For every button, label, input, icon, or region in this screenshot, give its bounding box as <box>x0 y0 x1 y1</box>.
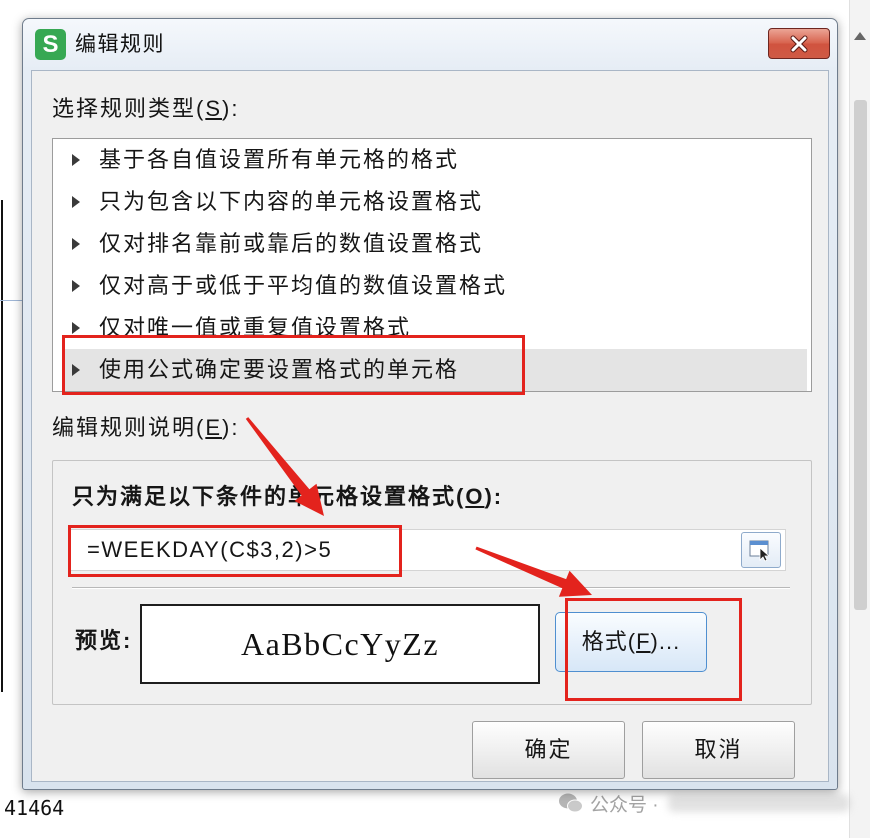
expand-triangle-icon <box>72 154 80 166</box>
rule-type-item[interactable]: 仅对高于或低于平均值的数值设置格式 <box>63 265 807 307</box>
scrollbar-thumb[interactable] <box>854 100 867 610</box>
annotation-box-format-button <box>565 598 742 701</box>
rule-type-label-text: 选择规则类型( <box>52 96 206 121</box>
sheet-cell-value[interactable]: 41464 <box>4 795 64 821</box>
watermark-text: 公众号 · <box>590 794 659 816</box>
preview-label: 预览: <box>75 628 133 653</box>
rule-type-item-label: 仅对排名靠前或靠后的数值设置格式 <box>99 231 484 256</box>
dialog-title: 编辑规则 <box>75 33 165 56</box>
rule-type-item[interactable]: 只为包含以下内容的单元格设置格式 <box>63 181 807 223</box>
format-preview: AaBbCcYyZz <box>140 604 540 684</box>
title-bar[interactable]: S 编辑规则 <box>23 19 837 69</box>
expand-triangle-icon <box>72 238 80 250</box>
rule-type-item-label: 基于各自值设置所有单元格的格式 <box>99 147 460 172</box>
sheet-gridline <box>0 300 24 301</box>
edit-rule-dialog: S 编辑规则 选择规则类型(S): 基于各自值设置所有单元格的格式 只为包含以下… <box>22 18 838 790</box>
condition-label-mnemonic: O <box>465 484 485 509</box>
rule-description-label-suffix: ): <box>222 415 240 440</box>
expand-triangle-icon <box>72 280 80 292</box>
separator <box>72 587 790 589</box>
rule-type-item-label: 仅对高于或低于平均值的数值设置格式 <box>99 273 508 298</box>
wps-spreadsheet-icon: S <box>35 29 66 60</box>
range-select-icon <box>749 540 771 562</box>
range-select-button[interactable] <box>741 532 781 568</box>
condition-label-text: 只为满足以下条件的单元格设置格式( <box>72 484 466 509</box>
ok-button[interactable]: 确定 <box>472 721 625 779</box>
rule-type-item-label: 只为包含以下内容的单元格设置格式 <box>99 189 484 214</box>
watermark: 公众号 · <box>558 789 659 817</box>
close-icon <box>790 35 808 52</box>
cancel-button[interactable]: 取消 <box>642 721 795 779</box>
condition-label-suffix: ): <box>484 484 504 509</box>
rule-description-label: 编辑规则说明(E): <box>52 415 239 441</box>
rule-description-label-text: 编辑规则说明( <box>52 415 206 440</box>
annotation-box-formula-rule <box>62 335 525 395</box>
rule-type-item[interactable]: 仅对排名靠前或靠后的数值设置格式 <box>63 223 807 265</box>
annotation-box-formula-input <box>68 525 402 577</box>
expand-triangle-icon <box>72 322 80 334</box>
close-button[interactable] <box>768 28 830 59</box>
rule-type-label: 选择规则类型(S): <box>52 96 239 122</box>
scroll-up-icon[interactable] <box>854 32 866 40</box>
rule-type-item[interactable]: 基于各自值设置所有单元格的格式 <box>63 139 807 181</box>
expand-triangle-icon <box>72 196 80 208</box>
rule-type-label-suffix: ): <box>222 96 240 121</box>
sheet-cell-border <box>1 200 3 692</box>
wechat-icon <box>559 793 583 813</box>
rule-type-label-mnemonic: S <box>205 96 223 121</box>
condition-label: 只为满足以下条件的单元格设置格式(O): <box>72 484 503 510</box>
sheet-vertical-scrollbar[interactable] <box>849 0 870 838</box>
rule-description-label-mnemonic: E <box>205 415 223 440</box>
watermark-obscured-text <box>668 794 850 812</box>
